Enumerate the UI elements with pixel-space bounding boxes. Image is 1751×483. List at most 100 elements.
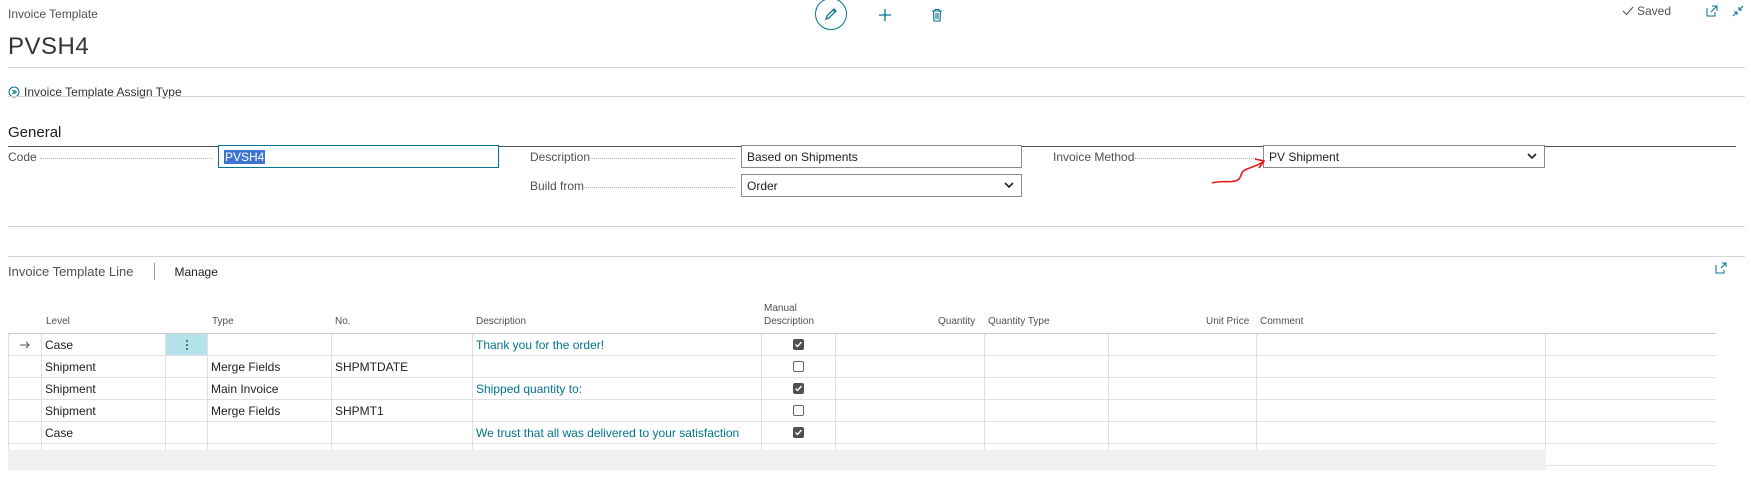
row-actions-cell[interactable]: [165, 400, 207, 421]
build-from-dots: [584, 187, 735, 188]
cell-unit-price[interactable]: [1108, 400, 1256, 421]
cell-unit-price[interactable]: [1108, 422, 1256, 443]
delete-button[interactable]: [911, 0, 963, 30]
row-actions-cell[interactable]: [165, 422, 207, 443]
collapse-icon: [1732, 5, 1744, 17]
checkbox-unchecked-icon[interactable]: [793, 405, 804, 416]
column-quantity[interactable]: Quantity: [938, 315, 975, 328]
code-field[interactable]: PVSH4: [218, 145, 499, 168]
column-level[interactable]: Level: [46, 315, 70, 328]
cell-quantity[interactable]: [835, 356, 984, 377]
header-divider: [8, 67, 1745, 68]
cell-quantity[interactable]: [835, 422, 984, 443]
table-row[interactable]: Shipment Merge Fields SHPMT1: [8, 400, 1716, 422]
cell-no[interactable]: SHPMT1: [331, 400, 472, 421]
grid-body: Case Thank you for the order! Shipment M…: [8, 333, 1716, 466]
tab-invoice-template-line[interactable]: Invoice Template Line: [8, 264, 134, 279]
open-new-window-button[interactable]: [1699, 5, 1725, 17]
cell-unit-price[interactable]: [1108, 378, 1256, 399]
arrow-right-icon: [20, 341, 30, 348]
cell-description[interactable]: We trust that all was delivered to your …: [472, 422, 761, 443]
row-indicator: [8, 422, 41, 443]
chevron-down-icon: [1527, 153, 1537, 160]
checkbox-unchecked-icon[interactable]: [793, 361, 804, 372]
description-field[interactable]: Based on Shipments: [741, 145, 1022, 168]
new-button[interactable]: [859, 0, 911, 30]
cell-level[interactable]: Shipment: [41, 356, 165, 377]
invoice-method-value: PV Shipment: [1269, 149, 1340, 164]
manage-menu[interactable]: Manage: [175, 265, 218, 279]
cell-type[interactable]: Main Invoice: [207, 378, 331, 399]
cell-quantity-type[interactable]: [984, 334, 1108, 355]
cell-description[interactable]: Shipped quantity to:: [472, 378, 761, 399]
row-actions-cell[interactable]: [165, 378, 207, 399]
cell-unit-price[interactable]: [1108, 356, 1256, 377]
row-indicator: [8, 334, 41, 355]
cell-manual-description[interactable]: [761, 422, 835, 443]
invoice-method-select[interactable]: PV Shipment: [1263, 145, 1545, 168]
page-caption: Invoice Template: [8, 7, 98, 21]
page-toolbar: [815, 0, 963, 30]
cell-type[interactable]: Merge Fields: [207, 400, 331, 421]
cell-no[interactable]: [331, 378, 472, 399]
cell-quantity-type[interactable]: [984, 356, 1108, 377]
cell-description[interactable]: [472, 356, 761, 377]
cell-comment[interactable]: [1256, 334, 1546, 355]
expand-icon: [1715, 262, 1727, 274]
table-row[interactable]: Case Thank you for the order!: [8, 334, 1716, 356]
cell-quantity-type[interactable]: [984, 422, 1108, 443]
cell-quantity[interactable]: [835, 400, 984, 421]
cell-level[interactable]: Shipment: [41, 378, 165, 399]
cell-type[interactable]: [207, 422, 331, 443]
table-row[interactable]: Shipment Merge Fields SHPMTDATE: [8, 356, 1716, 378]
cell-description[interactable]: [472, 400, 761, 421]
cell-quantity[interactable]: [835, 334, 984, 355]
row-indicator: [8, 400, 41, 421]
column-quantity-type[interactable]: Quantity Type: [988, 315, 1050, 328]
column-no[interactable]: No.: [335, 315, 351, 328]
plus-icon: [879, 9, 891, 21]
column-comment[interactable]: Comment: [1260, 315, 1303, 328]
row-actions-button[interactable]: [165, 334, 207, 355]
cell-comment[interactable]: [1256, 422, 1546, 443]
expand-lines-button[interactable]: [1715, 262, 1727, 277]
cell-comment[interactable]: [1256, 378, 1546, 399]
check-icon: [1622, 6, 1634, 16]
cell-manual-description[interactable]: [761, 400, 835, 421]
table-row[interactable]: Shipment Main Invoice Shipped quantity t…: [8, 378, 1716, 400]
column-type[interactable]: Type: [212, 315, 234, 328]
cell-type[interactable]: [207, 334, 331, 355]
cell-no[interactable]: [331, 422, 472, 443]
edit-button[interactable]: [815, 0, 847, 30]
top-right-bar: Saved: [1622, 4, 1751, 18]
build-from-select[interactable]: Order: [741, 174, 1022, 197]
checkbox-checked-icon[interactable]: [793, 427, 804, 438]
cell-type[interactable]: Merge Fields: [207, 356, 331, 377]
cell-unit-price[interactable]: [1108, 334, 1256, 355]
row-actions-cell[interactable]: [165, 356, 207, 377]
cell-description[interactable]: Thank you for the order!: [472, 334, 761, 355]
cell-manual-description[interactable]: [761, 334, 835, 355]
column-manual-description[interactable]: Manual Description: [764, 302, 814, 328]
page-title: PVSH4: [8, 33, 90, 60]
cell-no[interactable]: [331, 334, 472, 355]
table-row[interactable]: Case We trust that all was delivered to …: [8, 422, 1716, 444]
cell-manual-description[interactable]: [761, 378, 835, 399]
collapse-button[interactable]: [1725, 5, 1751, 17]
checkbox-checked-icon[interactable]: [793, 339, 804, 350]
cell-level[interactable]: Shipment: [41, 400, 165, 421]
cell-level[interactable]: Case: [41, 334, 165, 355]
cell-comment[interactable]: [1256, 400, 1546, 421]
cell-quantity[interactable]: [835, 378, 984, 399]
cell-quantity-type[interactable]: [984, 378, 1108, 399]
cell-no[interactable]: SHPMTDATE: [331, 356, 472, 377]
cell-quantity-type[interactable]: [984, 400, 1108, 421]
checkbox-checked-icon[interactable]: [793, 383, 804, 394]
cell-comment[interactable]: [1256, 356, 1546, 377]
cell-level[interactable]: Case: [41, 422, 165, 443]
cell-manual-description[interactable]: [761, 356, 835, 377]
description-value: Based on Shipments: [747, 149, 858, 164]
column-unit-price[interactable]: Unit Price: [1206, 315, 1249, 328]
description-label: Description: [530, 150, 591, 164]
column-description[interactable]: Description: [476, 315, 526, 328]
